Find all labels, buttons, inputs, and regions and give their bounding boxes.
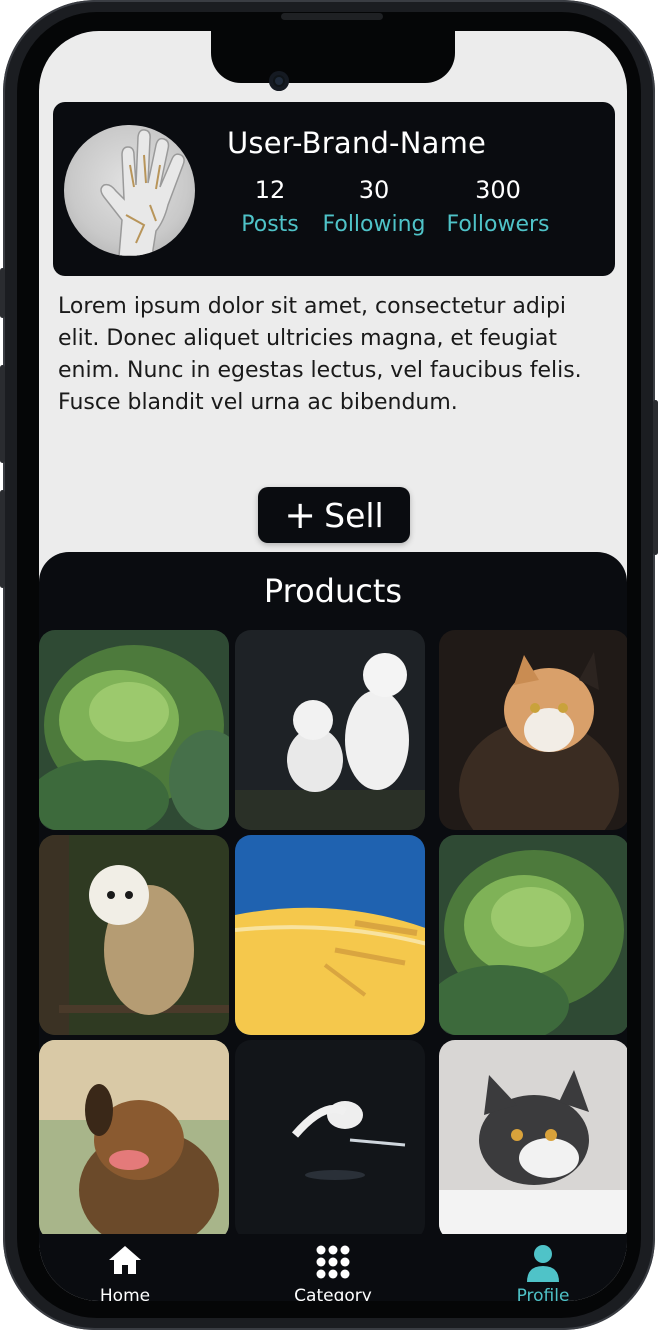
product-tile-wheat-illustration[interactable] [235,835,425,1035]
screen: User-Brand-Name 12 Posts 30 Following 30… [39,31,627,1301]
side-button [0,268,5,318]
sell-label: Sell [324,495,384,535]
brand-name: User-Brand-Name [227,126,487,160]
nav-item-category[interactable]: Category [273,1244,393,1301]
nav-label-profile: Profile [516,1286,570,1301]
followers-count: 300 [475,176,521,204]
profile-bio: Lorem ipsum dolor sit amet, consectetur … [58,294,582,415]
phone-frame: User-Brand-Name 12 Posts 30 Following 30… [0,0,658,1330]
power-button [653,400,658,555]
posts-count: 12 [254,176,286,204]
stat-following[interactable]: 30 Following [319,176,429,237]
nav-label-category: Category [294,1286,372,1301]
products-panel: Products [39,552,627,1252]
home-icon [109,1246,141,1274]
followers-label: Followers [446,212,550,237]
camera-icon [269,71,289,91]
product-tile-barn-owl[interactable] [39,835,229,1035]
posts-label: Posts [241,212,299,237]
bottom-nav: Home Category Profile [39,1234,627,1301]
sell-button[interactable]: + Sell [258,487,410,543]
hand-sculpture-icon [100,129,185,256]
stat-followers[interactable]: 300 Followers [443,176,553,237]
stat-posts[interactable]: 12 Posts [239,176,301,237]
volume-up-button [0,365,5,463]
profile-card: User-Brand-Name 12 Posts 30 Following 30… [53,102,615,276]
speaker-grille [281,13,383,20]
products-title: Products [263,572,403,610]
volume-down-button [0,490,5,588]
nav-item-profile[interactable]: Profile [483,1244,603,1301]
grid-icon [316,1245,350,1279]
product-tile-grey-cat[interactable] [439,1040,627,1240]
nav-item-home[interactable]: Home [65,1244,185,1301]
profile-icon [527,1245,559,1282]
notch [211,31,455,83]
plus-icon: + [284,493,317,537]
product-tile-cabbage[interactable] [39,630,229,830]
product-tile-dog[interactable] [39,1040,229,1240]
product-tile-calico-cat[interactable] [439,630,627,830]
product-tile-cabbage[interactable] [439,835,627,1035]
following-count: 30 [358,176,390,204]
nav-label-home: Home [99,1286,151,1301]
following-label: Following [322,212,426,237]
product-tile-kittens[interactable] [235,630,425,830]
product-tile-egret[interactable] [235,1040,425,1240]
avatar[interactable] [64,125,195,256]
